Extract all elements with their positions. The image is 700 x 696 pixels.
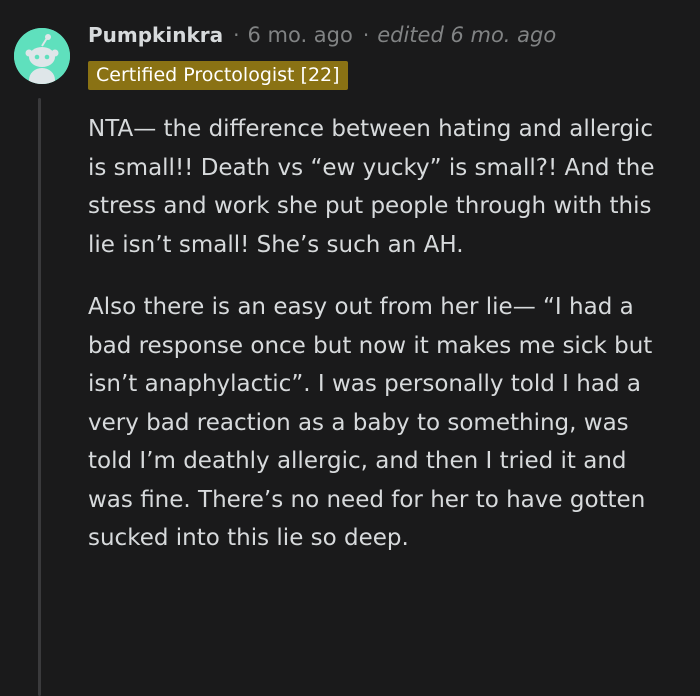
comment-paragraph: Also there is an easy out from her lie— … bbox=[88, 294, 653, 551]
user-flair: Certified Proctologist [22] bbox=[88, 61, 348, 90]
edited-label: edited 6 mo. ago bbox=[377, 23, 557, 47]
username-link[interactable]: Pumpkinkra bbox=[88, 18, 223, 52]
comment-meta: Pumpkinkra · 6 mo. ago · edited 6 mo. ag… bbox=[88, 18, 556, 52]
avatar[interactable] bbox=[14, 28, 70, 84]
comment-paragraph: NTA— the difference between hating and a… bbox=[88, 116, 655, 258]
snoo-avatar-icon bbox=[14, 28, 70, 84]
timestamp-link[interactable]: 6 mo. ago bbox=[247, 18, 352, 52]
comment-body: NTA— the difference between hating and a… bbox=[88, 110, 678, 582]
meta-separator: · bbox=[233, 23, 240, 47]
meta-separator: · bbox=[362, 23, 370, 47]
thread-line[interactable] bbox=[38, 98, 41, 696]
comment: Pumpkinkra · 6 mo. ago · edited 6 mo. ag… bbox=[0, 0, 700, 696]
